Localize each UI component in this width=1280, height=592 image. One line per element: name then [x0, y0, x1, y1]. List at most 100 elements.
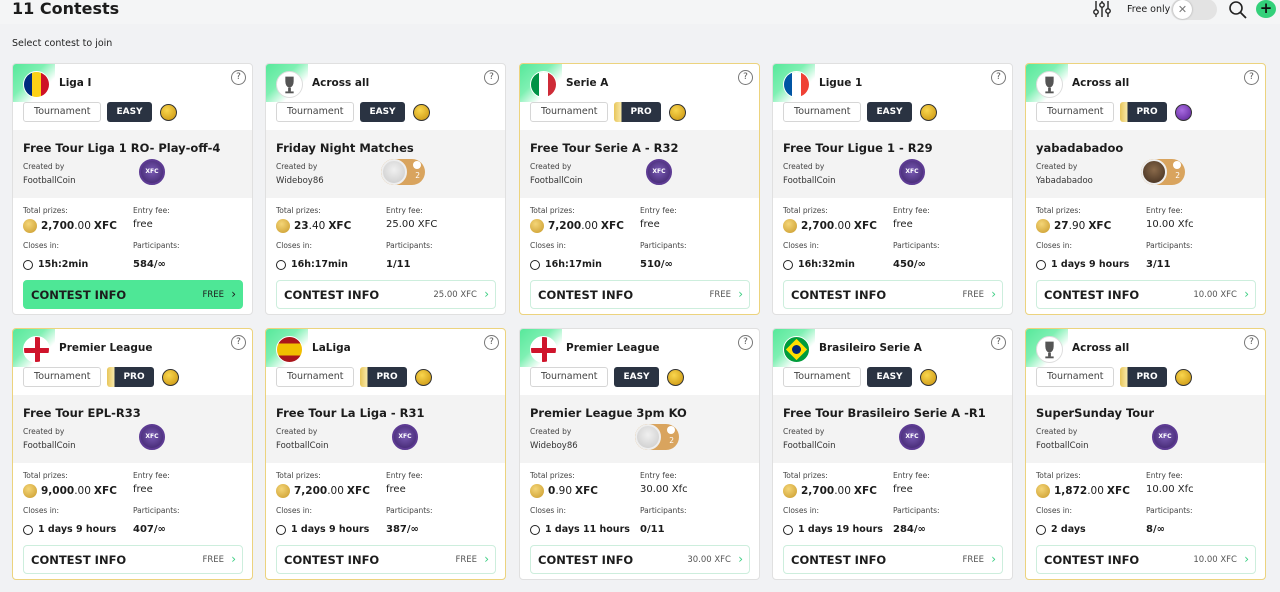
- level-badge: PRO: [1120, 102, 1167, 122]
- coin-badge-icon: [1174, 368, 1192, 386]
- total-prizes-label: Total prizes:: [783, 471, 828, 480]
- coin-icon: [1036, 484, 1050, 498]
- contest-info-button[interactable]: CONTEST INFO FREE ›: [783, 545, 1003, 574]
- prize-currency: XFC: [93, 220, 117, 232]
- closes-in-text: 16h:17min: [545, 259, 602, 270]
- entry-fee-label: Entry fee:: [640, 206, 677, 215]
- closes-in-text: 1 days 11 hours: [545, 524, 630, 535]
- help-icon[interactable]: ?: [231, 70, 246, 85]
- total-prizes-label: Total prizes:: [1036, 471, 1081, 480]
- coin-badge-icon: [414, 368, 432, 386]
- contest-info-button[interactable]: CONTEST INFO FREE ›: [530, 280, 750, 309]
- prize-decimals: .00: [74, 485, 91, 497]
- league-name: Serie A: [566, 77, 609, 89]
- contest-type-chip: Tournament: [23, 367, 102, 387]
- contest-info-button[interactable]: CONTEST INFO 10.00 XFC ›: [1036, 280, 1256, 309]
- league-name: Across all: [1072, 342, 1130, 354]
- prize-decimals: .00: [834, 220, 851, 232]
- tag-row: Tournament PRO: [276, 367, 432, 387]
- participants-value: 1/11: [386, 259, 411, 270]
- help-icon[interactable]: ?: [991, 335, 1006, 350]
- total-prize-value: 1,872.00 XFC: [1036, 484, 1130, 498]
- filter-sliders-icon[interactable]: [1092, 0, 1112, 18]
- flag-br-icon: [783, 336, 810, 363]
- help-icon[interactable]: ?: [484, 335, 499, 350]
- help-icon[interactable]: ?: [231, 335, 246, 350]
- closes-in-text: 1 days 9 hours: [291, 524, 370, 535]
- contest-card[interactable]: Across all ? Tournament EASY Friday Nigh…: [265, 63, 506, 315]
- creator-name: FootballCoin: [276, 441, 329, 451]
- footballcoin-logo: XFC: [392, 424, 418, 450]
- contest-info-fee: FREE: [962, 555, 984, 565]
- level-badge: EASY: [360, 102, 405, 122]
- entry-fee-value: free: [893, 219, 913, 230]
- help-icon[interactable]: ?: [484, 70, 499, 85]
- contest-title: SuperSunday Tour: [1036, 406, 1155, 420]
- contest-card[interactable]: LaLiga ? Tournament PRO Free Tour La Lig…: [265, 328, 506, 580]
- help-icon[interactable]: ?: [991, 70, 1006, 85]
- card-info: Free Tour Ligue 1 - R29 Created by Footb…: [773, 130, 1012, 198]
- entry-fee-label: Entry fee:: [640, 471, 677, 480]
- contest-info-button[interactable]: CONTEST INFO FREE ›: [23, 280, 243, 309]
- coin-icon: [1036, 219, 1050, 233]
- add-contest-button[interactable]: +: [1256, 0, 1276, 18]
- closes-in-text: 1 days 9 hours: [38, 524, 117, 535]
- free-only-toggle[interactable]: ✕: [1171, 0, 1217, 20]
- entry-fee-value: free: [386, 484, 406, 495]
- prize-integer: 2,700: [801, 220, 835, 232]
- card-info: SuperSunday Tour Created by FootballCoin…: [1026, 395, 1265, 463]
- help-icon[interactable]: ?: [738, 70, 753, 85]
- prize-decimals: .40: [308, 220, 326, 232]
- contest-card[interactable]: Liga I ? Tournament EASY Free Tour Liga …: [12, 63, 253, 315]
- chevron-right-icon: ›: [231, 287, 236, 301]
- entry-fee-value: 10.00 Xfc: [1146, 484, 1194, 495]
- contest-card[interactable]: Premier League ? Tournament PRO Free Tou…: [12, 328, 253, 580]
- league-name: LaLiga: [312, 342, 351, 354]
- total-prize-value: 7,200.00 XFC: [530, 219, 624, 233]
- creator-name: Yabadabadoo: [1036, 176, 1093, 186]
- star-icon: [413, 161, 421, 169]
- coin-badge-icon: [668, 103, 686, 121]
- chevron-right-icon: ›: [738, 287, 743, 301]
- contest-card[interactable]: Brasileiro Serie A ? Tournament EASY Fre…: [772, 328, 1013, 580]
- contest-info-button[interactable]: CONTEST INFO FREE ›: [783, 280, 1003, 309]
- tag-row: Tournament PRO: [23, 367, 179, 387]
- coin-icon: [23, 219, 37, 233]
- stopwatch-icon: [23, 524, 33, 535]
- contest-info-button[interactable]: CONTEST INFO 30.00 XFC ›: [530, 545, 750, 574]
- contest-title: Free Tour EPL-R33: [23, 406, 141, 420]
- contest-info-button[interactable]: CONTEST INFO 10.00 XFC ›: [1036, 545, 1256, 574]
- contest-card[interactable]: Ligue 1 ? Tournament EASY Free Tour Ligu…: [772, 63, 1013, 315]
- tag-row: Tournament PRO: [1036, 367, 1192, 387]
- star-icon: [1173, 161, 1181, 169]
- contest-card[interactable]: Across all ? Tournament PRO SuperSunday …: [1025, 328, 1266, 580]
- flag-en-icon: [23, 336, 50, 363]
- prize-integer: 2,700: [41, 220, 75, 232]
- entry-fee-value: free: [640, 219, 660, 230]
- help-icon[interactable]: ?: [1244, 335, 1259, 350]
- creator-name: FootballCoin: [530, 176, 583, 186]
- card-info: Free Tour EPL-R33 Created by FootballCoi…: [13, 395, 252, 463]
- contest-card[interactable]: Premier League ? Tournament EASY Premier…: [519, 328, 760, 580]
- chevron-right-icon: ›: [738, 552, 743, 566]
- prize-decimals: .00: [327, 485, 344, 497]
- contest-card[interactable]: Across all ? Tournament PRO yabadabadoo …: [1025, 63, 1266, 315]
- prize-decimals: .90: [555, 485, 573, 497]
- contest-info-label: CONTEST INFO: [284, 553, 380, 567]
- contest-info-button[interactable]: CONTEST INFO FREE ›: [23, 545, 243, 574]
- help-icon[interactable]: ?: [738, 335, 753, 350]
- tag-row: Tournament PRO: [530, 102, 686, 122]
- contest-card[interactable]: Serie A ? Tournament PRO Free Tour Serie…: [519, 63, 760, 315]
- help-icon[interactable]: ?: [1244, 70, 1259, 85]
- contest-title: Free Tour Liga 1 RO- Play-off-4: [23, 141, 221, 155]
- entry-fee-value: free: [133, 219, 153, 230]
- search-icon[interactable]: [1228, 0, 1248, 20]
- contest-info-button[interactable]: CONTEST INFO FREE ›: [276, 545, 496, 574]
- total-prizes-label: Total prizes:: [276, 206, 321, 215]
- participants-label: Participants:: [893, 506, 940, 515]
- contest-info-button[interactable]: CONTEST INFO 25.00 XFC ›: [276, 280, 496, 309]
- closes-in-text: 16h:32min: [798, 259, 855, 270]
- participants-value: 584/∞: [133, 259, 166, 270]
- entry-fee-label: Entry fee:: [386, 471, 423, 480]
- total-prize-value: 2,700.00 XFC: [23, 219, 117, 233]
